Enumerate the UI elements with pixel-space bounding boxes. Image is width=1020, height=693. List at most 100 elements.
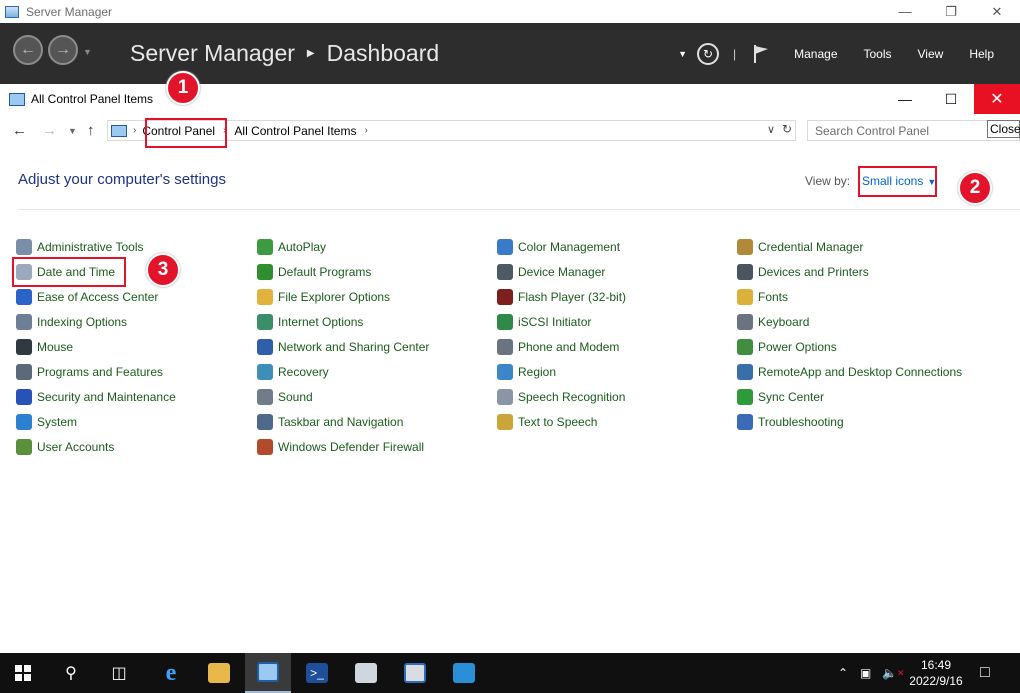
control-panel-item[interactable]: RemoteApp and Desktop Connections (737, 362, 962, 382)
breadcrumb-dashboard: Dashboard (326, 40, 440, 66)
control-panel-item[interactable]: Indexing Options (16, 312, 127, 332)
control-panel-item-label: Credential Manager (758, 240, 864, 254)
network-icon (257, 339, 273, 355)
control-panel-item[interactable]: Devices and Printers (737, 262, 869, 282)
server-network-icon[interactable] (343, 653, 389, 693)
annotation-badge-2: 2 (958, 171, 992, 205)
control-panel-item[interactable]: Recovery (257, 362, 329, 382)
cp-back-arrow-icon[interactable]: ← (12, 122, 27, 139)
magnifier-icon (16, 314, 32, 330)
restore-button[interactable]: ❐ (928, 0, 974, 23)
file-explorer-icon[interactable] (196, 653, 242, 693)
network-status-icon[interactable]: ▣ (860, 653, 871, 693)
control-panel-item[interactable]: Internet Options (257, 312, 363, 332)
control-panel-item-label: File Explorer Options (278, 290, 391, 304)
control-panel-item[interactable]: Default Programs (257, 262, 371, 282)
control-panel-item-label: Recovery (278, 365, 329, 379)
control-panel-item[interactable]: System (16, 412, 77, 432)
control-panel-item[interactable]: Programs and Features (16, 362, 163, 382)
address-refresh-icon[interactable]: ↻ (782, 122, 792, 136)
minimize-button[interactable]: — (882, 0, 928, 23)
powershell-icon[interactable]: >_ (294, 653, 340, 693)
control-panel-item-label: Windows Defender Firewall (278, 440, 425, 454)
sync-icon (737, 389, 753, 405)
hyper-v-icon[interactable] (441, 653, 487, 693)
control-panel-taskbar-icon[interactable] (245, 653, 291, 693)
address-dropdown-icon[interactable]: ∨ (767, 123, 775, 136)
annotation-box-control-panel (145, 118, 227, 148)
control-panel-item[interactable]: Device Manager (497, 262, 605, 282)
control-panel-item[interactable]: Administrative Tools (16, 237, 144, 257)
autoplay-icon (257, 239, 273, 255)
speaker-icon (257, 389, 273, 405)
firewall-icon (257, 439, 273, 455)
control-panel-item[interactable]: Power Options (737, 337, 837, 357)
refresh-icon[interactable]: ↻ (697, 42, 719, 65)
search-icon[interactable]: ⚲ (48, 653, 94, 693)
notifications-icon[interactable]: □ (980, 653, 990, 693)
control-panel-item[interactable]: Speech Recognition (497, 387, 625, 407)
up-arrow-icon[interactable]: ↑ (87, 122, 95, 139)
color-icon (497, 239, 513, 255)
forward-arrow-icon[interactable]: → (48, 35, 78, 65)
notifications-flag-icon[interactable] (752, 44, 770, 64)
task-view-icon[interactable]: ◫ (96, 653, 142, 693)
start-button[interactable] (0, 653, 46, 693)
history-dropdown-icon[interactable]: ▼ (83, 47, 92, 57)
close-button[interactable]: ✕ (974, 0, 1020, 23)
control-panel-item-label: Security and Maintenance (37, 390, 176, 404)
recent-locations-icon[interactable]: ▼ (68, 126, 77, 136)
back-arrow-icon[interactable]: ← (13, 35, 43, 65)
control-panel-item[interactable]: Color Management (497, 237, 620, 257)
control-panel-item-label: System (37, 415, 78, 429)
flash-icon (497, 289, 513, 305)
annotation-box-view-by (858, 166, 937, 197)
control-panel-item[interactable]: Flash Player (32-bit) (497, 287, 626, 307)
control-panel-item[interactable]: Windows Defender Firewall (257, 437, 424, 457)
phone-icon (497, 339, 513, 355)
speech-icon (497, 414, 513, 430)
control-panel-item[interactable]: Phone and Modem (497, 337, 619, 357)
control-panel-item-label: Sync Center (758, 390, 825, 404)
cp-maximize-button[interactable]: ☐ (928, 84, 974, 114)
control-panel-item[interactable]: Text to Speech (497, 412, 597, 432)
control-panel-item[interactable]: Security and Maintenance (16, 387, 176, 407)
control-panel-item[interactable]: Fonts (737, 287, 788, 307)
control-panel-item[interactable]: Troubleshooting (737, 412, 844, 432)
address-crumb-all-items[interactable]: All Control Panel Items (234, 124, 356, 138)
internet-explorer-icon[interactable]: e (148, 653, 194, 693)
control-panel-item-label: Network and Sharing Center (278, 340, 430, 354)
control-panel-item[interactable]: Taskbar and Navigation (257, 412, 403, 432)
server-manager-taskbar-icon[interactable] (392, 653, 438, 693)
menu-tools[interactable]: Tools (864, 47, 892, 61)
show-hidden-icons[interactable]: ⌃ (838, 653, 848, 693)
control-panel-item[interactable]: AutoPlay (257, 237, 326, 257)
cp-minimize-button[interactable]: — (882, 84, 928, 114)
control-panel-item[interactable]: Credential Manager (737, 237, 863, 257)
control-panel-item[interactable]: File Explorer Options (257, 287, 390, 307)
control-panel-item[interactable]: Sync Center (737, 387, 824, 407)
menu-manage[interactable]: Manage (794, 47, 837, 61)
control-panel-item[interactable]: Sound (257, 387, 313, 407)
address-chevron-icon[interactable]: › (133, 125, 136, 136)
control-panel-item[interactable]: Keyboard (737, 312, 809, 332)
divider (18, 209, 1020, 210)
view-by-label: View by: (805, 174, 851, 188)
clock[interactable]: 16:49 2022/9/16 (900, 657, 972, 689)
cp-close-button[interactable]: ✕ (974, 84, 1020, 114)
menu-view[interactable]: View (918, 47, 944, 61)
control-panel-item[interactable]: User Accounts (16, 437, 114, 457)
control-panel-item[interactable]: iSCSI Initiator (497, 312, 591, 332)
control-panel-item[interactable]: Region (497, 362, 556, 382)
control-panel-item-label: Devices and Printers (758, 265, 869, 279)
annotation-box-date-and-time (12, 257, 126, 287)
control-panel-item[interactable]: Ease of Access Center (16, 287, 158, 307)
page-title: Adjust your computer's settings (18, 171, 226, 188)
address-chevron-icon[interactable]: › (364, 125, 367, 136)
cp-forward-arrow-icon[interactable]: → (42, 122, 57, 139)
menu-help[interactable]: Help (969, 47, 994, 61)
refresh-dropdown-icon[interactable]: ▼ (678, 49, 687, 59)
vault-icon (737, 239, 753, 255)
control-panel-item[interactable]: Network and Sharing Center (257, 337, 429, 357)
control-panel-item[interactable]: Mouse (16, 337, 73, 357)
